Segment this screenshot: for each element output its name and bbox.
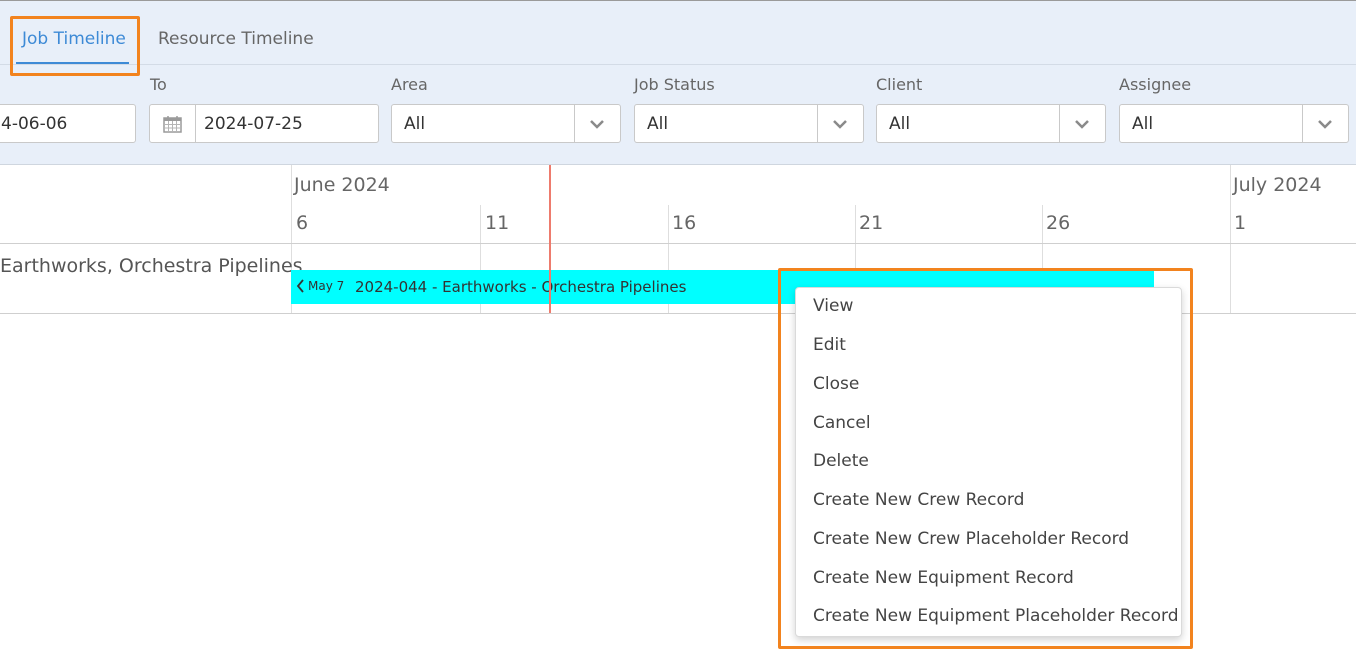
menu-item-delete[interactable]: Delete (813, 451, 869, 471)
day-label: 6 (296, 212, 309, 234)
menu-item-create-crew-record[interactable]: Create New Crew Record (813, 490, 1024, 510)
chevron-down-icon[interactable] (833, 117, 847, 131)
menu-item-create-equipment-record[interactable]: Create New Equipment Record (813, 568, 1074, 588)
tab-resource-timeline[interactable]: Resource Timeline (158, 29, 314, 49)
client-select[interactable]: All (876, 104, 1106, 143)
select-separator (817, 105, 818, 142)
assignee-value: All (1132, 114, 1154, 134)
tab-bar: Job Timeline Resource Timeline (0, 1, 1356, 65)
day-label: 11 (485, 212, 510, 234)
context-menu: View Edit Close Cancel Delete Create New… (795, 287, 1182, 637)
area-label: Area (391, 75, 428, 94)
job-status-value: All (647, 114, 669, 134)
job-status-select[interactable]: All (634, 104, 864, 143)
calendar-icon[interactable] (163, 115, 182, 133)
day-label: 1 (1234, 212, 1247, 234)
grid-line (1230, 165, 1231, 313)
assignee-label: Assignee (1119, 75, 1192, 94)
job-bar-start-date: May 7 (308, 279, 345, 293)
select-separator (1059, 105, 1060, 142)
menu-item-create-crew-placeholder[interactable]: Create New Crew Placeholder Record (813, 529, 1129, 549)
chevron-down-icon[interactable] (1318, 117, 1332, 131)
month-label: June 2024 (294, 174, 390, 196)
header-divider (0, 243, 1356, 244)
today-marker (549, 165, 551, 313)
tab-job-timeline[interactable]: Job Timeline (22, 29, 126, 49)
day-label: 21 (859, 212, 884, 234)
menu-item-create-equipment-placeholder[interactable]: Create New Equipment Placeholder Record (813, 606, 1179, 626)
menu-item-edit[interactable]: Edit (813, 335, 846, 355)
timeline-row-label: Earthworks, Orchestra Pipelines (0, 255, 303, 277)
menu-item-cancel[interactable]: Cancel (813, 413, 871, 433)
chevron-down-icon[interactable] (1075, 117, 1089, 131)
client-label: Client (876, 75, 923, 94)
day-label: 26 (1046, 212, 1071, 234)
to-date-value: 2024-07-25 (204, 114, 303, 134)
chevron-left-icon (296, 279, 304, 293)
area-value: All (404, 114, 426, 134)
to-date-label: To (150, 75, 167, 94)
area-select[interactable]: All (391, 104, 621, 143)
menu-item-view[interactable]: View (813, 296, 853, 316)
to-date-input[interactable]: 2024-07-25 (149, 104, 379, 143)
job-status-label: Job Status (634, 75, 715, 94)
day-label: 16 (672, 212, 697, 234)
date-separator (195, 105, 196, 142)
job-bar-title: 2024-044 - Earthworks - Orchestra Pipeli… (355, 278, 687, 296)
menu-item-close[interactable]: Close (813, 374, 859, 394)
filter-panel: Job Timeline Resource Timeline 4-06-06 T… (0, 0, 1356, 165)
client-value: All (889, 114, 911, 134)
month-label: July 2024 (1233, 174, 1322, 196)
select-separator (574, 105, 575, 142)
select-separator (1302, 105, 1303, 142)
from-date-value: 4-06-06 (1, 114, 68, 134)
assignee-select[interactable]: All (1119, 104, 1349, 143)
chevron-down-icon[interactable] (590, 117, 604, 131)
from-date-input[interactable]: 4-06-06 (0, 104, 136, 143)
active-tab-indicator (16, 62, 129, 64)
